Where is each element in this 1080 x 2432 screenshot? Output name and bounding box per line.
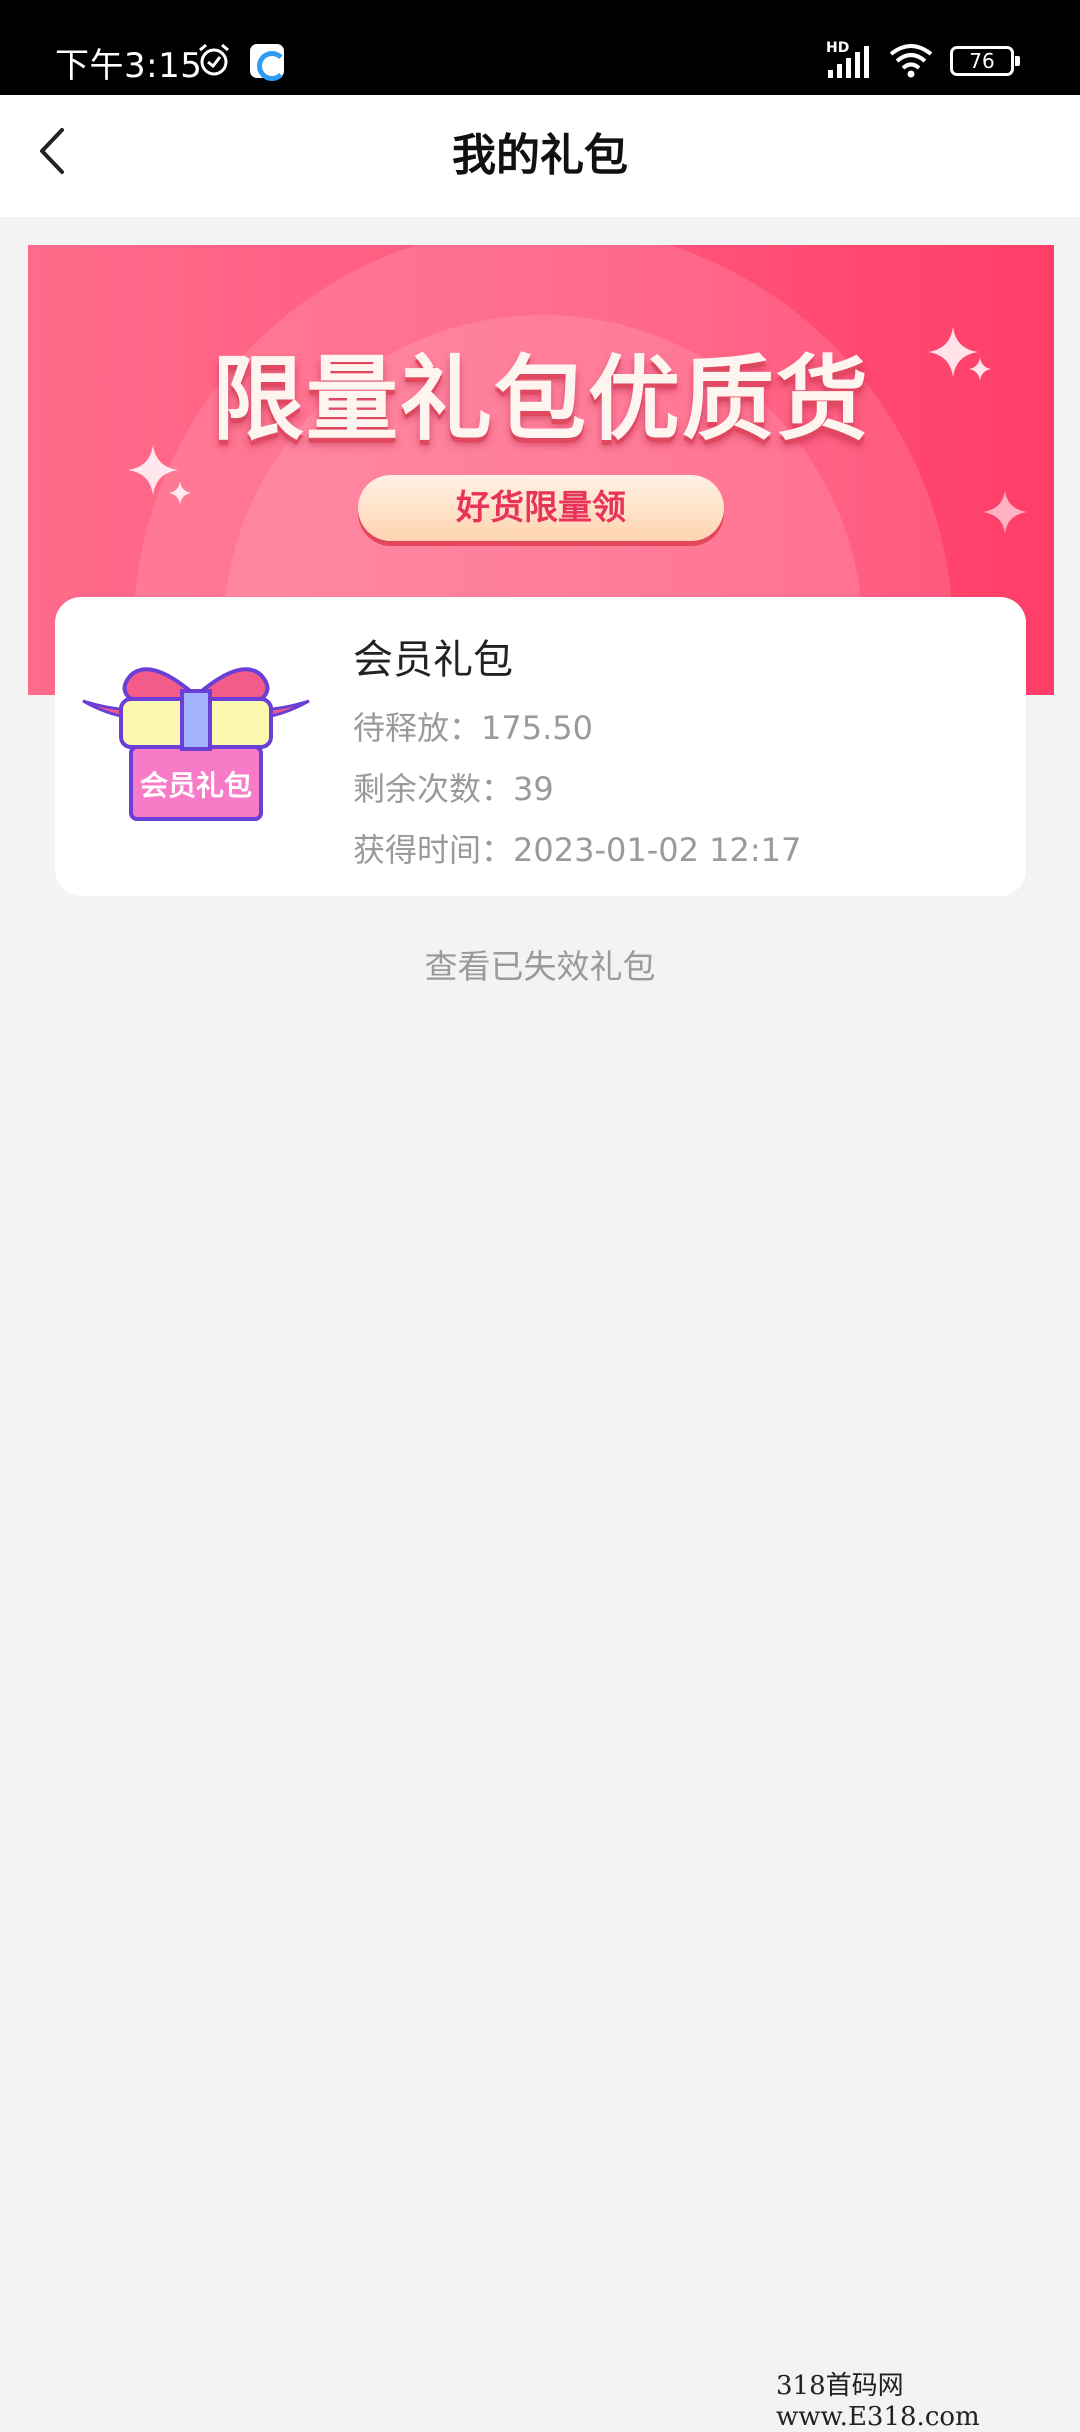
- gift-pending: 待释放：175.50: [353, 703, 593, 749]
- watermark: 318首码网 www.E318.com: [776, 2371, 980, 2432]
- banner-headline: 限量礼包优质货: [211, 346, 870, 453]
- gift-card[interactable]: 会员礼包 会员礼包 待释放：175.50 剩余次数：39 获得时间：2023-0…: [55, 597, 1026, 896]
- sparkle-icon: [128, 445, 191, 505]
- time-value: 2023-01-02 12:17: [513, 831, 802, 869]
- gift-image-label: 会员礼包: [140, 769, 252, 802]
- battery-icon: 76: [950, 46, 1020, 76]
- remaining-value: 39: [513, 770, 554, 808]
- header: 我的礼包: [0, 95, 1080, 217]
- pending-value: 175.50: [481, 709, 593, 747]
- app-notification-icon: [250, 44, 287, 81]
- gift-box-icon: 会员礼包: [82, 667, 310, 821]
- pending-label: 待释放：: [353, 709, 482, 747]
- wifi-icon: [889, 44, 933, 78]
- remaining-label: 剩余次数：: [353, 770, 514, 808]
- status-time: 下午3:15: [55, 46, 203, 86]
- gift-remaining: 剩余次数：39: [353, 764, 554, 810]
- banner-claim-button[interactable]: 好货限量领: [358, 475, 724, 541]
- page-title: 我的礼包: [452, 130, 628, 181]
- time-label: 获得时间：: [353, 831, 514, 869]
- gift-name: 会员礼包: [353, 637, 513, 683]
- status-bar: 下午3:15 HD 76: [0, 0, 1080, 95]
- battery-level: 76: [969, 49, 995, 73]
- signal-icon: [828, 46, 869, 78]
- view-expired-gifts-link[interactable]: 查看已失效礼包: [0, 940, 1080, 988]
- gift-time: 获得时间：2023-01-02 12:17: [353, 825, 801, 871]
- sparkle-icon: [983, 490, 1027, 534]
- alarm-icon: [199, 43, 229, 76]
- back-button[interactable]: [30, 120, 80, 182]
- sparkle-icon: [928, 327, 991, 381]
